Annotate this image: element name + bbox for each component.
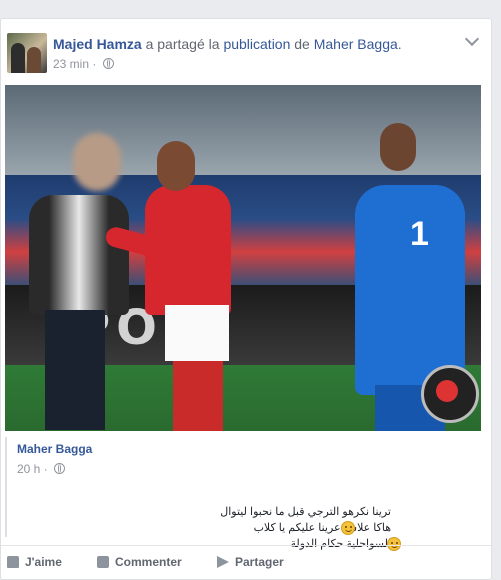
shared-timestamp[interactable]: 20 h	[17, 462, 40, 476]
shared-post: Maher Bagga 20 h · ترينا نكرهو الترجي قب…	[5, 437, 483, 551]
club-logo-icon	[421, 365, 479, 423]
avatar-person-1	[11, 43, 25, 73]
post-header: Majed Hamza a partagé la publication de …	[7, 33, 477, 73]
shared-text-line-1: ترينا نكرهو الترجي قبل ما نحبوا ليتوال	[220, 506, 391, 518]
share-label: Partager	[235, 555, 284, 569]
post-photo[interactable]: PO 1	[5, 85, 481, 431]
red-player-head	[157, 141, 195, 191]
publication-link[interactable]: publication	[223, 36, 290, 52]
thumbs-up-icon	[7, 556, 19, 568]
fan-blurred-head	[73, 133, 121, 191]
author-avatar[interactable]	[7, 33, 47, 73]
post-actions-bar: J'aime Commenter Partager	[1, 545, 491, 580]
comment-bubble-icon	[97, 556, 109, 568]
share-button[interactable]: Partager	[217, 555, 284, 569]
shared-author-link[interactable]: Maher Bagga	[17, 442, 92, 456]
fan-legs	[45, 310, 105, 430]
action-text: a partagé la	[141, 36, 224, 52]
original-author-link[interactable]: Maher Bagga	[314, 36, 398, 52]
preposition-text: de	[290, 36, 314, 52]
like-label: J'aime	[25, 555, 62, 569]
like-button[interactable]: J'aime	[7, 555, 62, 569]
globe-icon[interactable]	[102, 58, 114, 69]
comment-label: Commenter	[115, 555, 182, 569]
share-arrow-icon	[217, 556, 229, 568]
red-player-shorts	[165, 305, 229, 361]
red-player-legs	[173, 361, 223, 431]
shared-text-line-2: هاكا علاش عرينا عليكم يا كلاب	[253, 522, 391, 534]
post-card: Majed Hamza a partagé la publication de …	[0, 18, 492, 580]
goalkeeper-number: 1	[410, 215, 429, 253]
end-punct: .	[397, 36, 402, 52]
meta-separator: ·	[89, 57, 100, 71]
post-meta: 23 min ·	[53, 57, 114, 71]
author-name-link[interactable]: Majed Hamza	[53, 36, 142, 52]
smiley-icon	[341, 521, 355, 535]
shared-separator: ·	[40, 462, 52, 476]
post-headline: Majed Hamza a partagé la publication de …	[53, 36, 402, 52]
globe-icon[interactable]	[54, 463, 66, 474]
shared-meta: 20 h ·	[17, 462, 66, 476]
red-player-figure	[145, 185, 231, 315]
post-timestamp[interactable]: 23 min	[53, 57, 89, 71]
comment-button[interactable]: Commenter	[97, 555, 182, 569]
fan-figure	[29, 195, 129, 315]
goalkeeper-head	[380, 123, 416, 171]
avatar-person-2	[27, 47, 41, 73]
